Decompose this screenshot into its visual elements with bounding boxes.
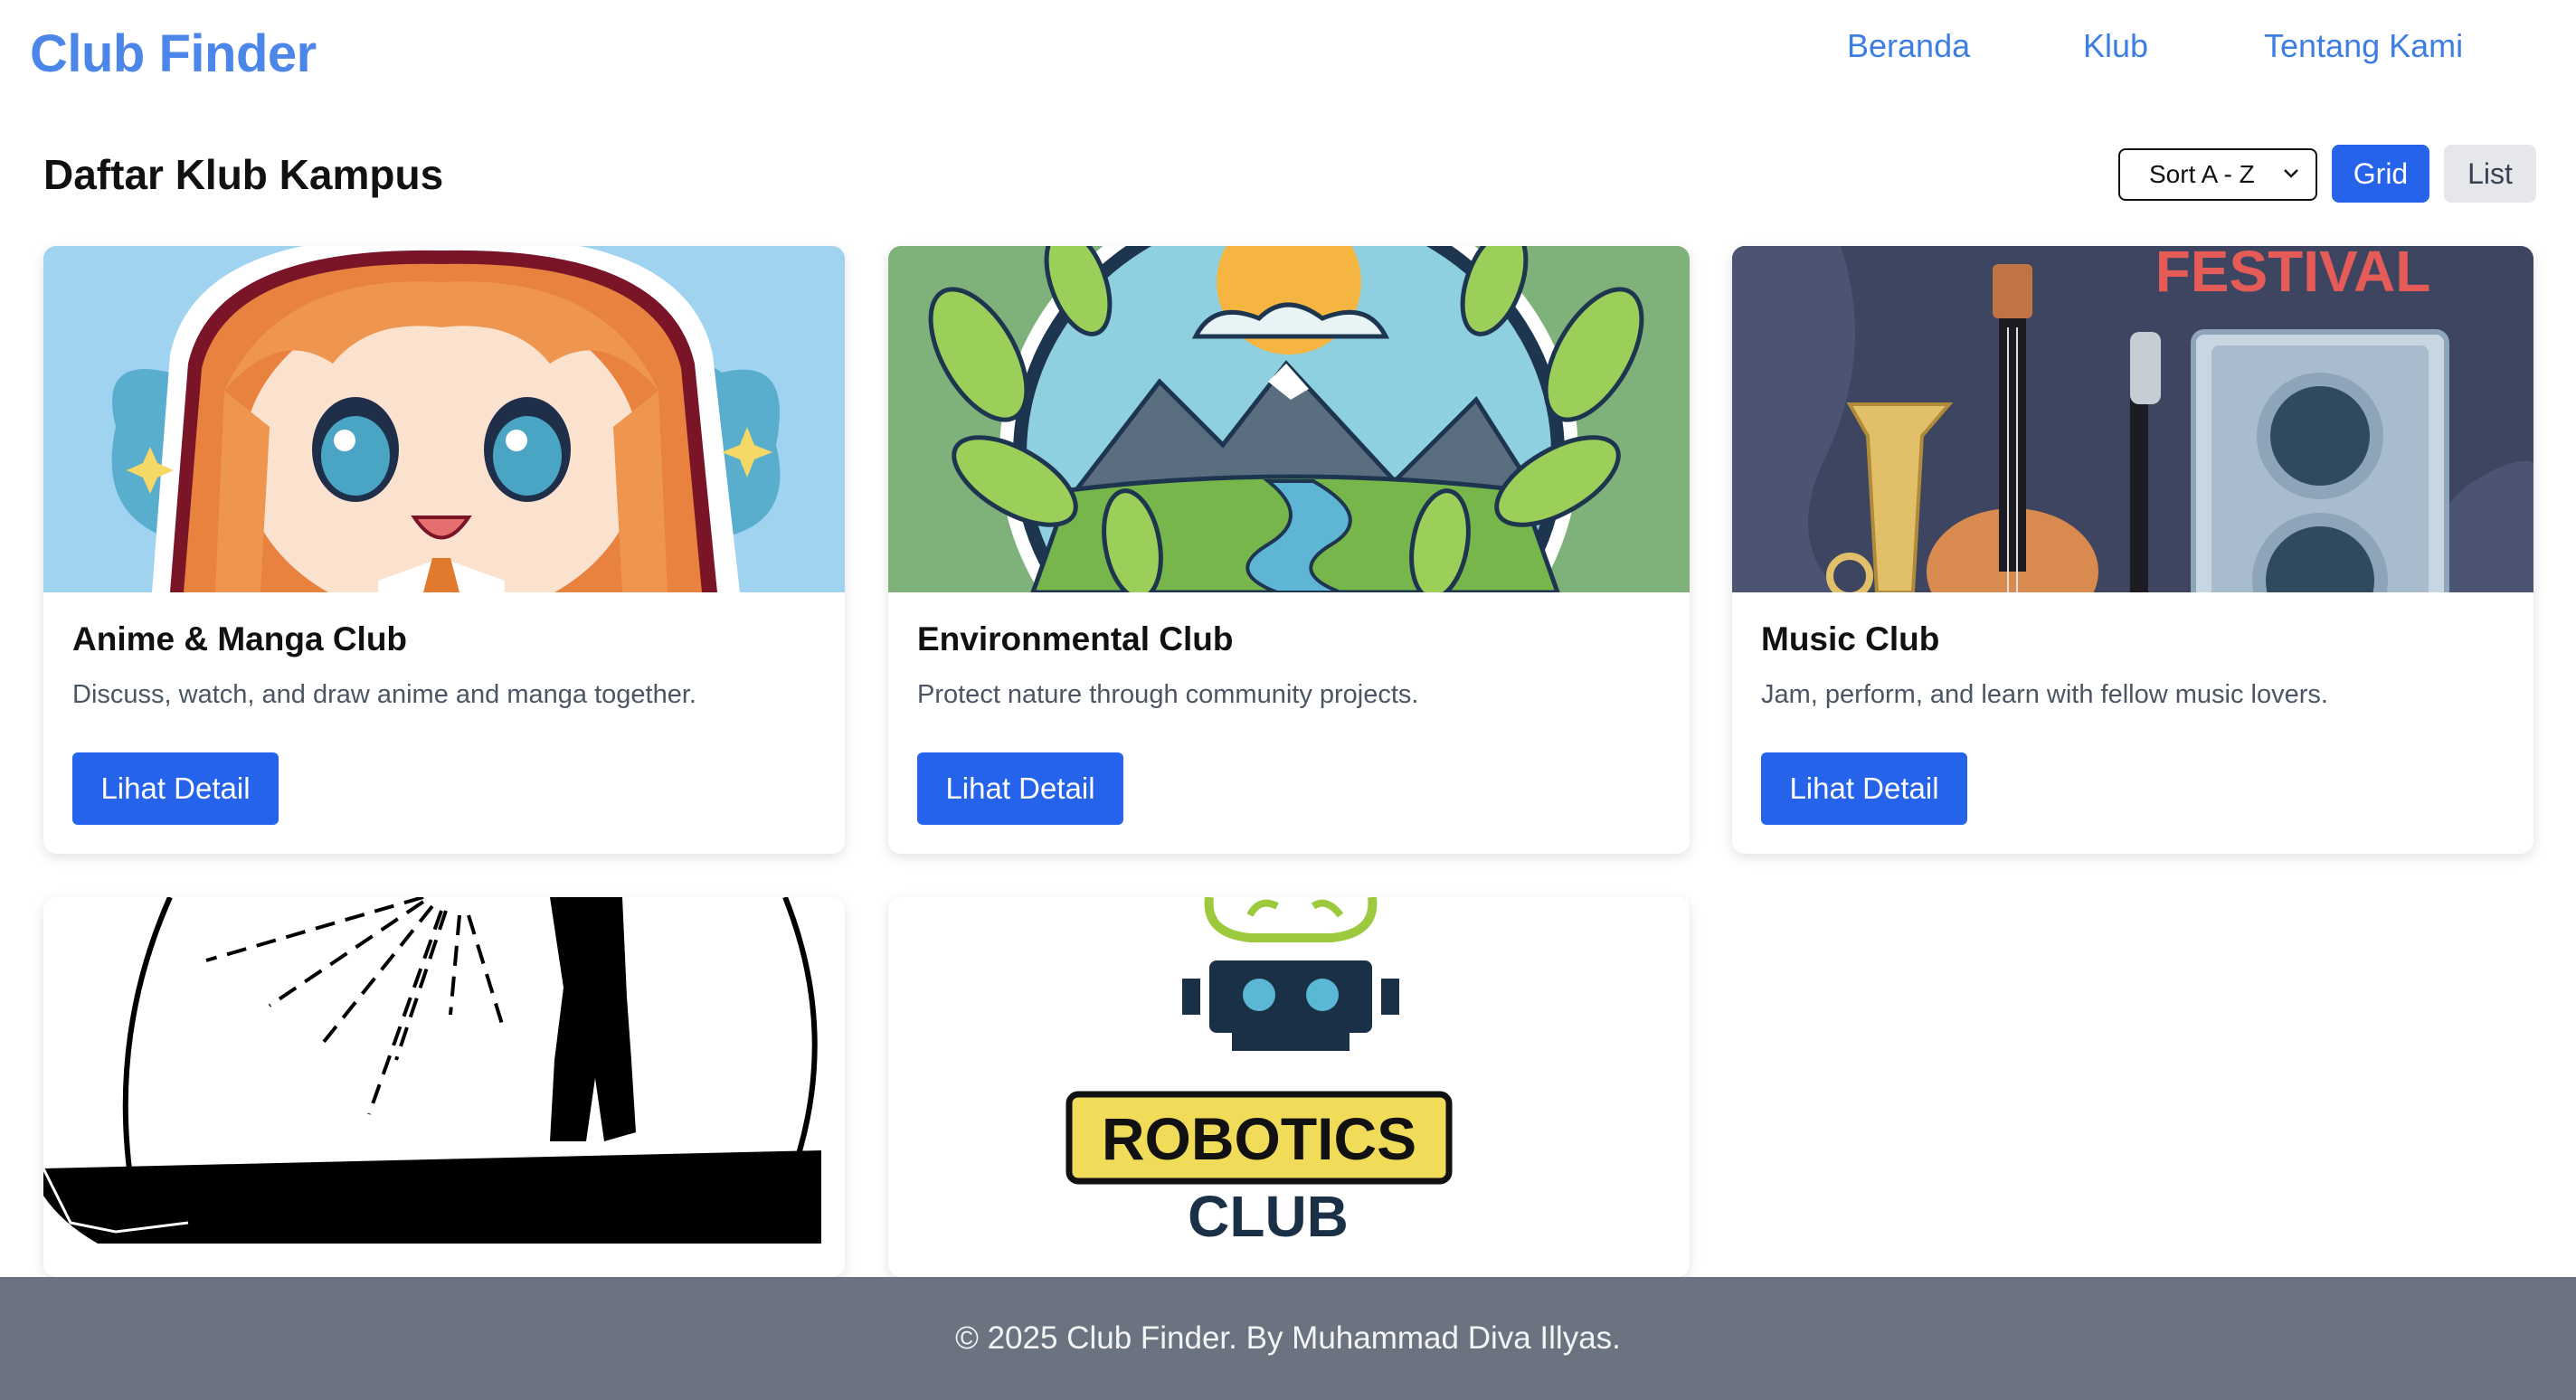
brand-logo-text[interactable]: Club Finder [30, 24, 317, 84]
club-description: Jam, perform, and learn with fellow musi… [1761, 680, 2328, 709]
club-card-anime: Anime & Manga Club Discuss, watch, and d… [43, 246, 845, 854]
club-image-silhouette [43, 897, 845, 1244]
club-image-environmental [888, 246, 1690, 592]
festival-text: FESTIVAL [2155, 246, 2431, 304]
club-description: Discuss, watch, and draw anime and manga… [72, 680, 696, 709]
robotics-logo-text: ROBOTICS [1102, 1105, 1416, 1172]
club-title: Music Club [1761, 620, 1940, 657]
club-image-robotics: ROBOTICS CLUB [888, 897, 1690, 1244]
nav-link-klub[interactable]: Klub [2083, 27, 2148, 65]
nature-emblem-illustration [888, 246, 1690, 592]
club-logo-text: CLUB [1188, 1184, 1349, 1244]
club-description: Protect nature through community project… [917, 680, 1419, 709]
nav-link-beranda[interactable]: Beranda [1847, 27, 1970, 65]
cliff-silhouette-illustration [43, 897, 845, 1244]
detail-button-environmental[interactable]: Lihat Detail [917, 752, 1123, 825]
club-title: Anime & Manga Club [72, 620, 408, 657]
chevron-down-icon [2284, 169, 2298, 178]
club-card-robotics: ROBOTICS CLUB [888, 897, 1690, 1277]
footer: © 2025 Club Finder. By Muhammad Diva Ill… [0, 1277, 2576, 1400]
club-card-silhouette [43, 897, 845, 1277]
grid-view-button[interactable]: Grid [2332, 145, 2429, 203]
nav-link-tentang-kami[interactable]: Tentang Kami [2264, 27, 2463, 65]
detail-button-anime[interactable]: Lihat Detail [72, 752, 279, 825]
page-title: Daftar Klub Kampus [43, 151, 444, 198]
club-card-music: FESTIVAL Music Club Jam, perform, and le… [1732, 246, 2533, 854]
detail-button-music[interactable]: Lihat Detail [1761, 752, 1967, 825]
sort-select-value: Sort A - Z [2149, 160, 2255, 188]
club-card-environmental: Environmental Club Protect nature throug… [888, 246, 1690, 854]
club-image-music: FESTIVAL [1732, 246, 2533, 592]
anime-girl-illustration [43, 246, 845, 592]
top-header: Club Finder Beranda Klub Tentang Kami [0, 0, 2576, 116]
sort-select[interactable]: Sort A - Z [2118, 148, 2317, 201]
robotics-logo: ROBOTICS CLUB [888, 897, 1690, 1244]
list-view-button[interactable]: List [2444, 145, 2536, 203]
music-festival-illustration: FESTIVAL [1732, 246, 2533, 592]
footer-text: © 2025 Club Finder. By Muhammad Diva Ill… [955, 1320, 1621, 1356]
club-image-anime [43, 246, 845, 592]
club-title: Environmental Club [917, 620, 1234, 657]
